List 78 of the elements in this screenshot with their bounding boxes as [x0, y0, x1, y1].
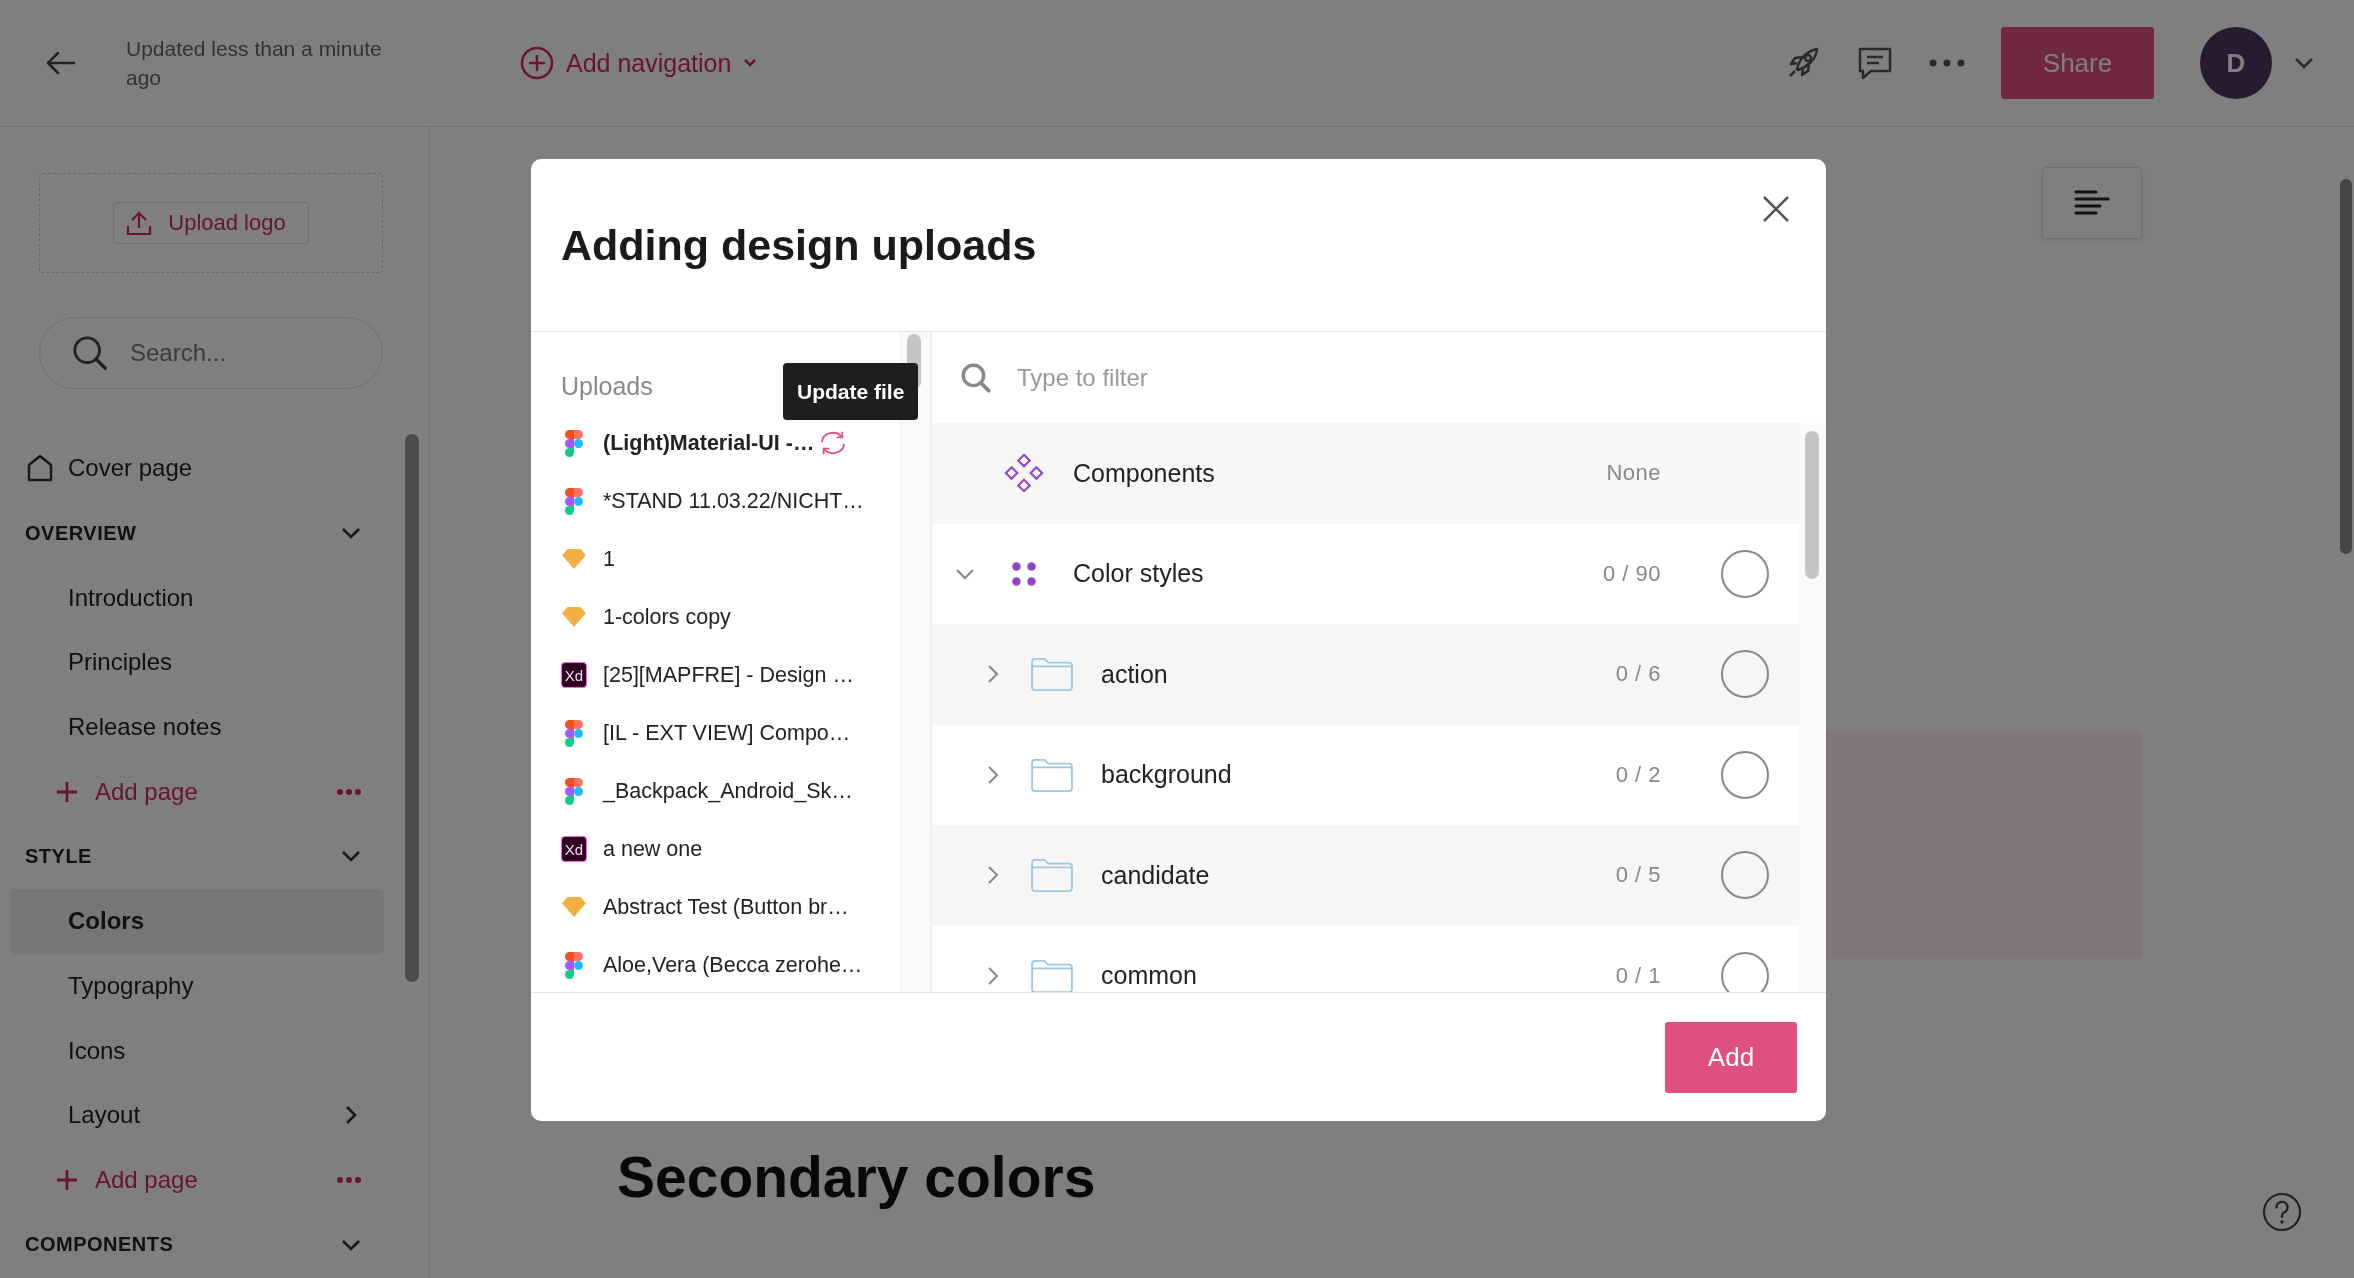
diamond-icon: [561, 606, 587, 628]
search-icon: [71, 334, 109, 372]
page-item[interactable]: Release notes: [10, 694, 384, 760]
more-icon[interactable]: [336, 1175, 362, 1184]
item-count: 0 / 1: [1615, 962, 1661, 989]
tree-label: background: [1101, 760, 1233, 790]
scrollbar[interactable]: [2340, 179, 2352, 554]
filter-field[interactable]: Type to filter: [1015, 362, 1419, 393]
upload-item[interactable]: Aloe,Vera (Becca zerohe…: [561, 936, 900, 992]
radio-button[interactable]: [1721, 951, 1769, 992]
tree-row[interactable]: candidate 0 / 5: [932, 825, 1799, 926]
plus-icon: [56, 1168, 78, 1191]
tree-label: action: [1101, 659, 1169, 689]
scrollbar[interactable]: [1805, 431, 1819, 579]
item-count: 0 / 6: [1615, 661, 1661, 688]
upload-item[interactable]: Xd [25][MAPFRE] - Design …: [561, 646, 900, 704]
page-item[interactable]: Principles: [10, 630, 384, 695]
page-item[interactable]: Icons: [10, 1018, 384, 1083]
scrollbar[interactable]: [405, 434, 419, 982]
section-heading: Secondary colors: [617, 1144, 1097, 1210]
page-item[interactable]: Colors: [10, 888, 384, 954]
caret-icon: [743, 58, 758, 68]
section-title: COMPONENTS: [25, 1233, 174, 1257]
radio-button[interactable]: [1721, 851, 1769, 900]
page-item[interactable]: Introduction: [10, 565, 384, 631]
tree-label: Color styles: [1073, 559, 1205, 589]
folder-icon: [1030, 857, 1074, 894]
diamond-icon: [561, 548, 587, 570]
radio-button[interactable]: [1721, 650, 1769, 699]
item-count: 0 / 5: [1615, 862, 1661, 889]
tree-label: candidate: [1101, 860, 1211, 890]
plus-circle-icon: [520, 46, 554, 80]
close-icon[interactable]: [1761, 194, 1791, 224]
upload-item[interactable]: Xd a new one: [561, 820, 900, 878]
xd-logo-icon: Xd: [561, 836, 587, 862]
plus-icon: [56, 780, 78, 803]
upload-item[interactable]: 1: [561, 530, 900, 588]
upload-icon: [126, 210, 153, 236]
tree-row[interactable]: action 0 / 6: [932, 624, 1799, 725]
tree-label: Components: [1073, 458, 1216, 488]
item-count: None: [1606, 460, 1661, 487]
tooltip: Update file: [783, 363, 919, 420]
add-button[interactable]: Add: [1665, 1021, 1797, 1093]
dialog-title: Adding design uploads: [561, 220, 1037, 271]
table-of-contents-button[interactable]: [2042, 167, 2142, 239]
upload-item[interactable]: [IL - EXT VIEW] Compo…: [561, 704, 900, 762]
section-title: STYLE: [25, 844, 92, 868]
search-field[interactable]: Search...: [39, 317, 383, 389]
radio-button[interactable]: [1721, 549, 1769, 598]
item-count: 0 / 90: [1602, 560, 1661, 587]
chevron-down-icon[interactable]: [2294, 57, 2314, 69]
more-icon[interactable]: [1927, 57, 1967, 69]
diamond-icon: [561, 896, 587, 918]
uploads-label: Uploads: [561, 370, 653, 402]
save-status: Updated less than a minute ago: [126, 36, 383, 91]
tree-label: common: [1101, 961, 1198, 991]
help-icon[interactable]: [2262, 1192, 2302, 1232]
text-lines-icon: [2074, 189, 2110, 217]
folder-icon: [1030, 756, 1074, 793]
upload-item[interactable]: 1-colors copy: [561, 588, 900, 646]
page-item[interactable]: Typography: [10, 953, 384, 1019]
page-item[interactable]: Layout: [10, 1082, 384, 1148]
cover-page-item[interactable]: Cover page: [10, 436, 384, 501]
upload-item[interactable]: _Backpack_Android_Sk…: [561, 762, 900, 820]
folder-icon: [1030, 957, 1074, 992]
components-icon: [1003, 452, 1045, 495]
section-title: OVERVIEW: [25, 521, 137, 545]
tree-row[interactable]: Components None: [932, 423, 1799, 524]
radio-button[interactable]: [1721, 750, 1769, 799]
folder-icon: [1030, 656, 1074, 693]
more-icon[interactable]: [336, 787, 362, 796]
upload-item[interactable]: *STAND 11.03.22/NICHT…: [561, 472, 900, 530]
user-avatar[interactable]: D: [2200, 27, 2272, 99]
upload-item[interactable]: Abstract Test (Button br…: [561, 878, 900, 936]
item-count: 0 / 2: [1615, 761, 1661, 788]
home-icon: [26, 453, 54, 484]
xd-logo-icon: Xd: [561, 662, 587, 688]
back-arrow-icon[interactable]: [46, 51, 76, 75]
